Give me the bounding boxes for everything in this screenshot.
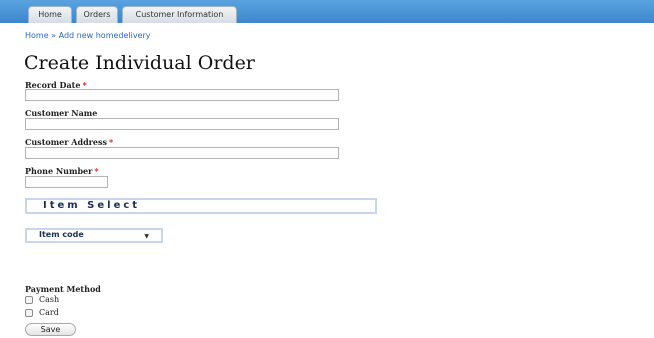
tab-orders[interactable]: Orders <box>76 6 118 23</box>
save-button[interactable]: Save <box>25 323 76 336</box>
required-marker: * <box>108 137 114 147</box>
customer-address-input[interactable] <box>25 147 339 159</box>
breadcrumb-current-link[interactable]: Add new homedelivery <box>59 31 151 40</box>
cash-checkbox[interactable] <box>25 296 33 304</box>
dropdown-arrow-icon: ▼ <box>144 233 149 240</box>
page-title: Create Individual Order <box>24 52 255 74</box>
record-date-input[interactable] <box>25 89 339 101</box>
phone-number-label: Phone Number * <box>25 166 99 176</box>
customer-name-input[interactable] <box>25 118 339 130</box>
tab-home[interactable]: Home <box>28 6 72 23</box>
customer-name-label: Customer Name <box>25 108 98 118</box>
customer-address-label: Customer Address * <box>25 137 113 147</box>
item-code-selected-value: Item code <box>39 230 84 239</box>
item-select-panel[interactable]: Item Select <box>25 198 377 214</box>
tab-customer-information[interactable]: Customer Information <box>122 6 237 23</box>
top-tab-bar: Home Orders Customer Information <box>0 0 654 23</box>
card-label: Card <box>39 308 59 317</box>
breadcrumb: Home » Add new homedelivery <box>25 31 151 40</box>
cash-label: Cash <box>39 295 60 304</box>
breadcrumb-home-link[interactable]: Home <box>25 31 49 40</box>
phone-number-input[interactable] <box>25 176 108 188</box>
payment-method-label: Payment Method <box>25 284 101 294</box>
card-checkbox[interactable] <box>25 309 33 317</box>
phone-number-label-text: Phone Number <box>25 166 93 176</box>
breadcrumb-separator: » <box>51 31 57 40</box>
customer-address-label-text: Customer Address <box>25 137 107 147</box>
item-code-select[interactable]: Item code ▼ <box>25 228 163 243</box>
required-marker: * <box>94 166 99 176</box>
